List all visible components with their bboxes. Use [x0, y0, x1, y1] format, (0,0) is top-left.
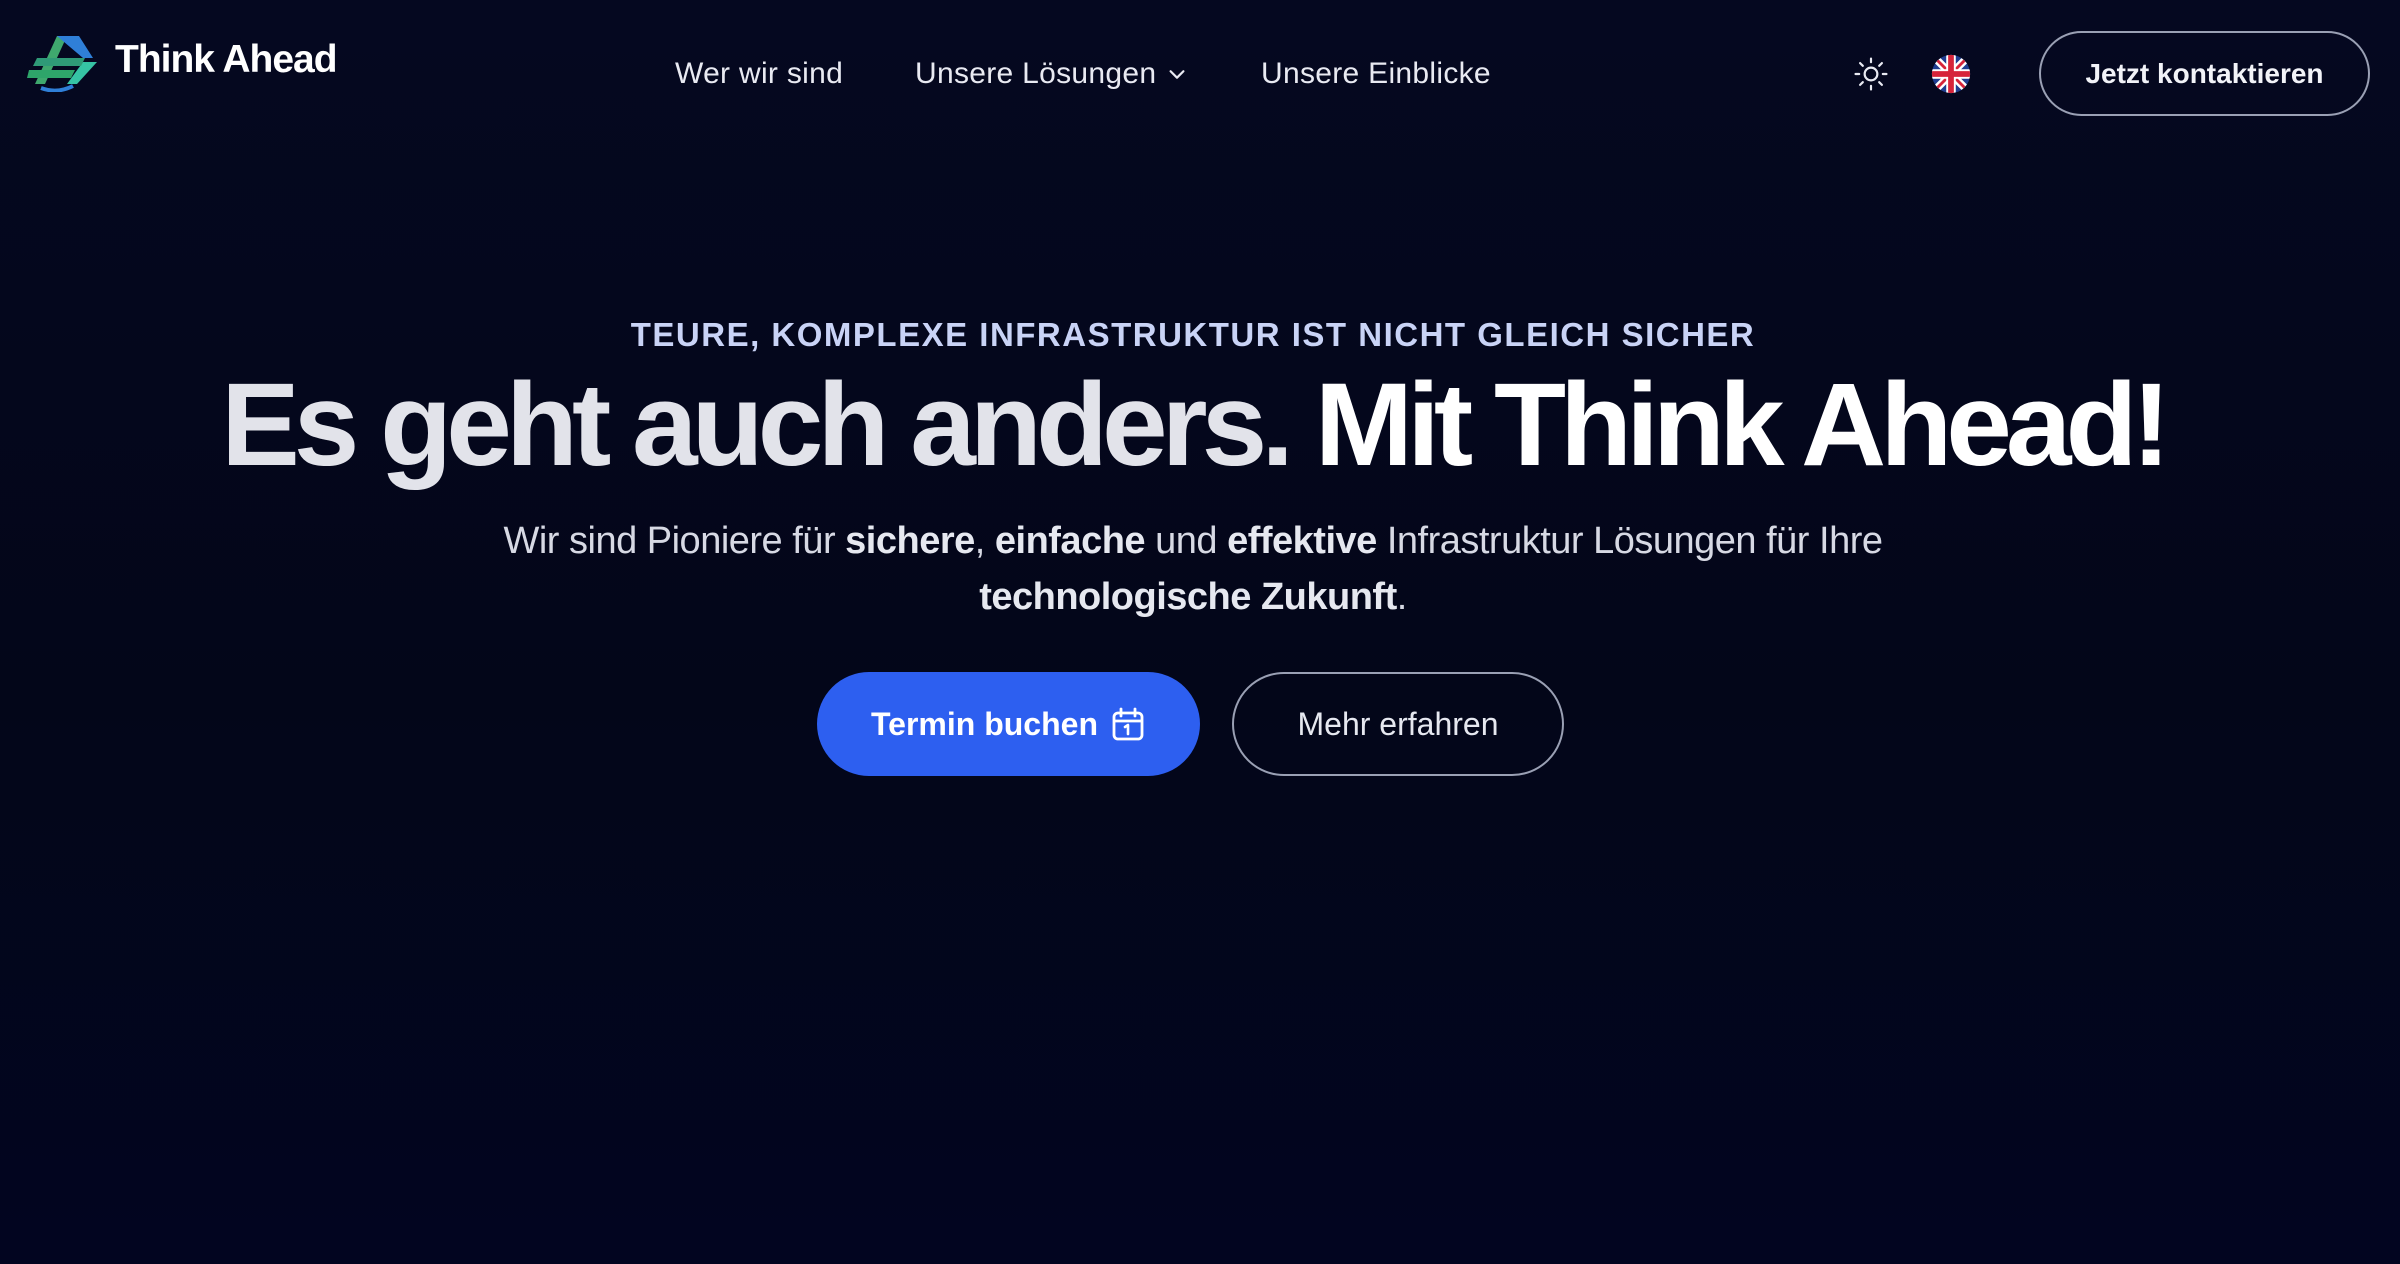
sub-text: .	[1396, 576, 1408, 618]
nav-item-label: Wer wir sind	[675, 57, 844, 90]
book-appointment-button[interactable]: Termin buchen	[817, 672, 1200, 776]
sub-text: Infrastruktur Lösungen für Ihre	[1376, 520, 1883, 562]
hero-headline-part1: Es geht auch anders.	[221, 359, 1294, 491]
sub-bold: sichere	[845, 520, 975, 562]
learn-more-label: Mehr erfahren	[1297, 705, 1499, 742]
sun-icon	[1854, 57, 1888, 91]
theme-toggle-button[interactable]	[1849, 52, 1893, 96]
sub-text: ,	[974, 520, 995, 562]
nav-item-wer-wir-sind[interactable]: Wer wir sind	[675, 50, 843, 98]
contact-button-label: Jetzt kontaktieren	[2085, 57, 2324, 89]
sub-bold: effektive	[1227, 520, 1377, 562]
nav-item-label: Unsere Lösungen	[915, 57, 1157, 90]
hero-headline: Es geht auch anders. Mit Think Ahead!	[0, 360, 2386, 490]
uk-flag-icon	[1931, 54, 1971, 94]
chevron-down-icon	[1169, 70, 1185, 79]
hero-subtitle: Wir sind Pioniere für sichere, einfache …	[400, 513, 1986, 625]
page: Think Ahead Wer wir sind Unsere Lösungen…	[0, 0, 2400, 1264]
hero-eyebrow: TEURE, KOMPLEXE INFRASTRUKTUR IST NICHT …	[630, 316, 1756, 353]
sub-bold: einfache	[994, 520, 1146, 562]
brand-name: Think Ahead	[115, 38, 338, 81]
sub-bold: technologische Zukunft	[979, 576, 1397, 618]
language-switch-button[interactable]	[1929, 52, 1973, 96]
site-header: Think Ahead Wer wir sind Unsere Lösungen…	[0, 0, 2400, 140]
sub-text: Wir sind Pioniere für	[503, 520, 846, 562]
nav-item-unsere-loesungen[interactable]: Unsere Lösungen	[915, 50, 1188, 98]
nav-item-label: Unsere Einblicke	[1261, 57, 1491, 90]
book-appointment-label: Termin buchen	[871, 705, 1098, 742]
sub-text: und	[1145, 520, 1228, 562]
contact-button[interactable]: Jetzt kontaktieren	[2039, 31, 2370, 116]
learn-more-button[interactable]: Mehr erfahren	[1232, 672, 1564, 776]
calendar-icon	[1112, 707, 1144, 741]
hero-headline-part2: Mit Think Ahead!	[1314, 359, 2171, 491]
brand-logo[interactable]: Think Ahead	[27, 28, 338, 92]
think-ahead-logo-icon	[27, 36, 97, 92]
nav-item-unsere-einblicke[interactable]: Unsere Einblicke	[1261, 50, 1491, 98]
